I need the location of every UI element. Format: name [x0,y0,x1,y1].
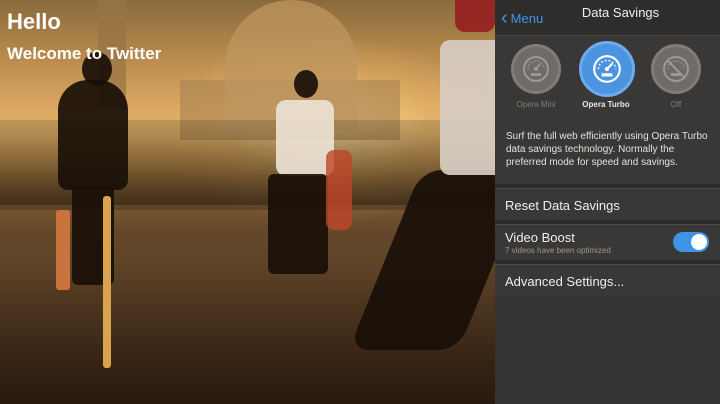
video-boost-toggle[interactable] [673,232,709,252]
speedometer-icon [579,41,635,97]
mode-label: Opera Turbo [582,100,630,109]
mode-label: Off [670,100,682,109]
mode-label: Opera Mini [516,100,556,109]
video-boost-label: Video Boost [505,230,575,245]
mode-description: Surf the full web efficiently using Oper… [506,131,708,168]
mode-selector: Opera Mini Opera Turbo Off [495,41,720,124]
nav-bar: ‹ Menu Data Savings [495,0,720,36]
page-title: Data Savings [581,5,660,20]
cricket-bat [56,210,70,290]
greeting-text: Hello [7,9,61,34]
mode-opera-turbo[interactable]: Opera Turbo [579,41,635,109]
video-boost-row: Video Boost 7 videos have been optimized [495,224,720,260]
player-head [294,70,318,98]
mode-off[interactable]: Off [649,44,703,109]
advanced-settings-label: Advanced Settings... [505,274,625,289]
reset-data-savings-row[interactable]: Reset Data Savings [495,188,720,220]
reset-data-savings-label: Reset Data Savings [505,198,620,213]
cricket-stump [103,196,111,368]
mode-opera-mini[interactable]: Opera Mini [509,44,563,109]
child-silhouette [326,150,352,230]
player-legs [268,174,328,274]
speedometer-icon [511,44,561,94]
video-boost-status: 7 videos have been optimized [505,246,611,255]
bowler-head [455,0,495,32]
advanced-settings-row[interactable]: Advanced Settings... [495,264,720,296]
toggle-knob [691,234,707,250]
data-savings-panel: ‹ Menu Data Savings Opera Mini Opera Tur… [495,0,720,404]
welcome-text: Welcome to Twitter [7,44,162,63]
batsman-body [58,80,128,190]
speedometer-off-icon [651,44,701,94]
panel-empty-area [495,296,720,404]
bowler-shirt [440,40,495,175]
